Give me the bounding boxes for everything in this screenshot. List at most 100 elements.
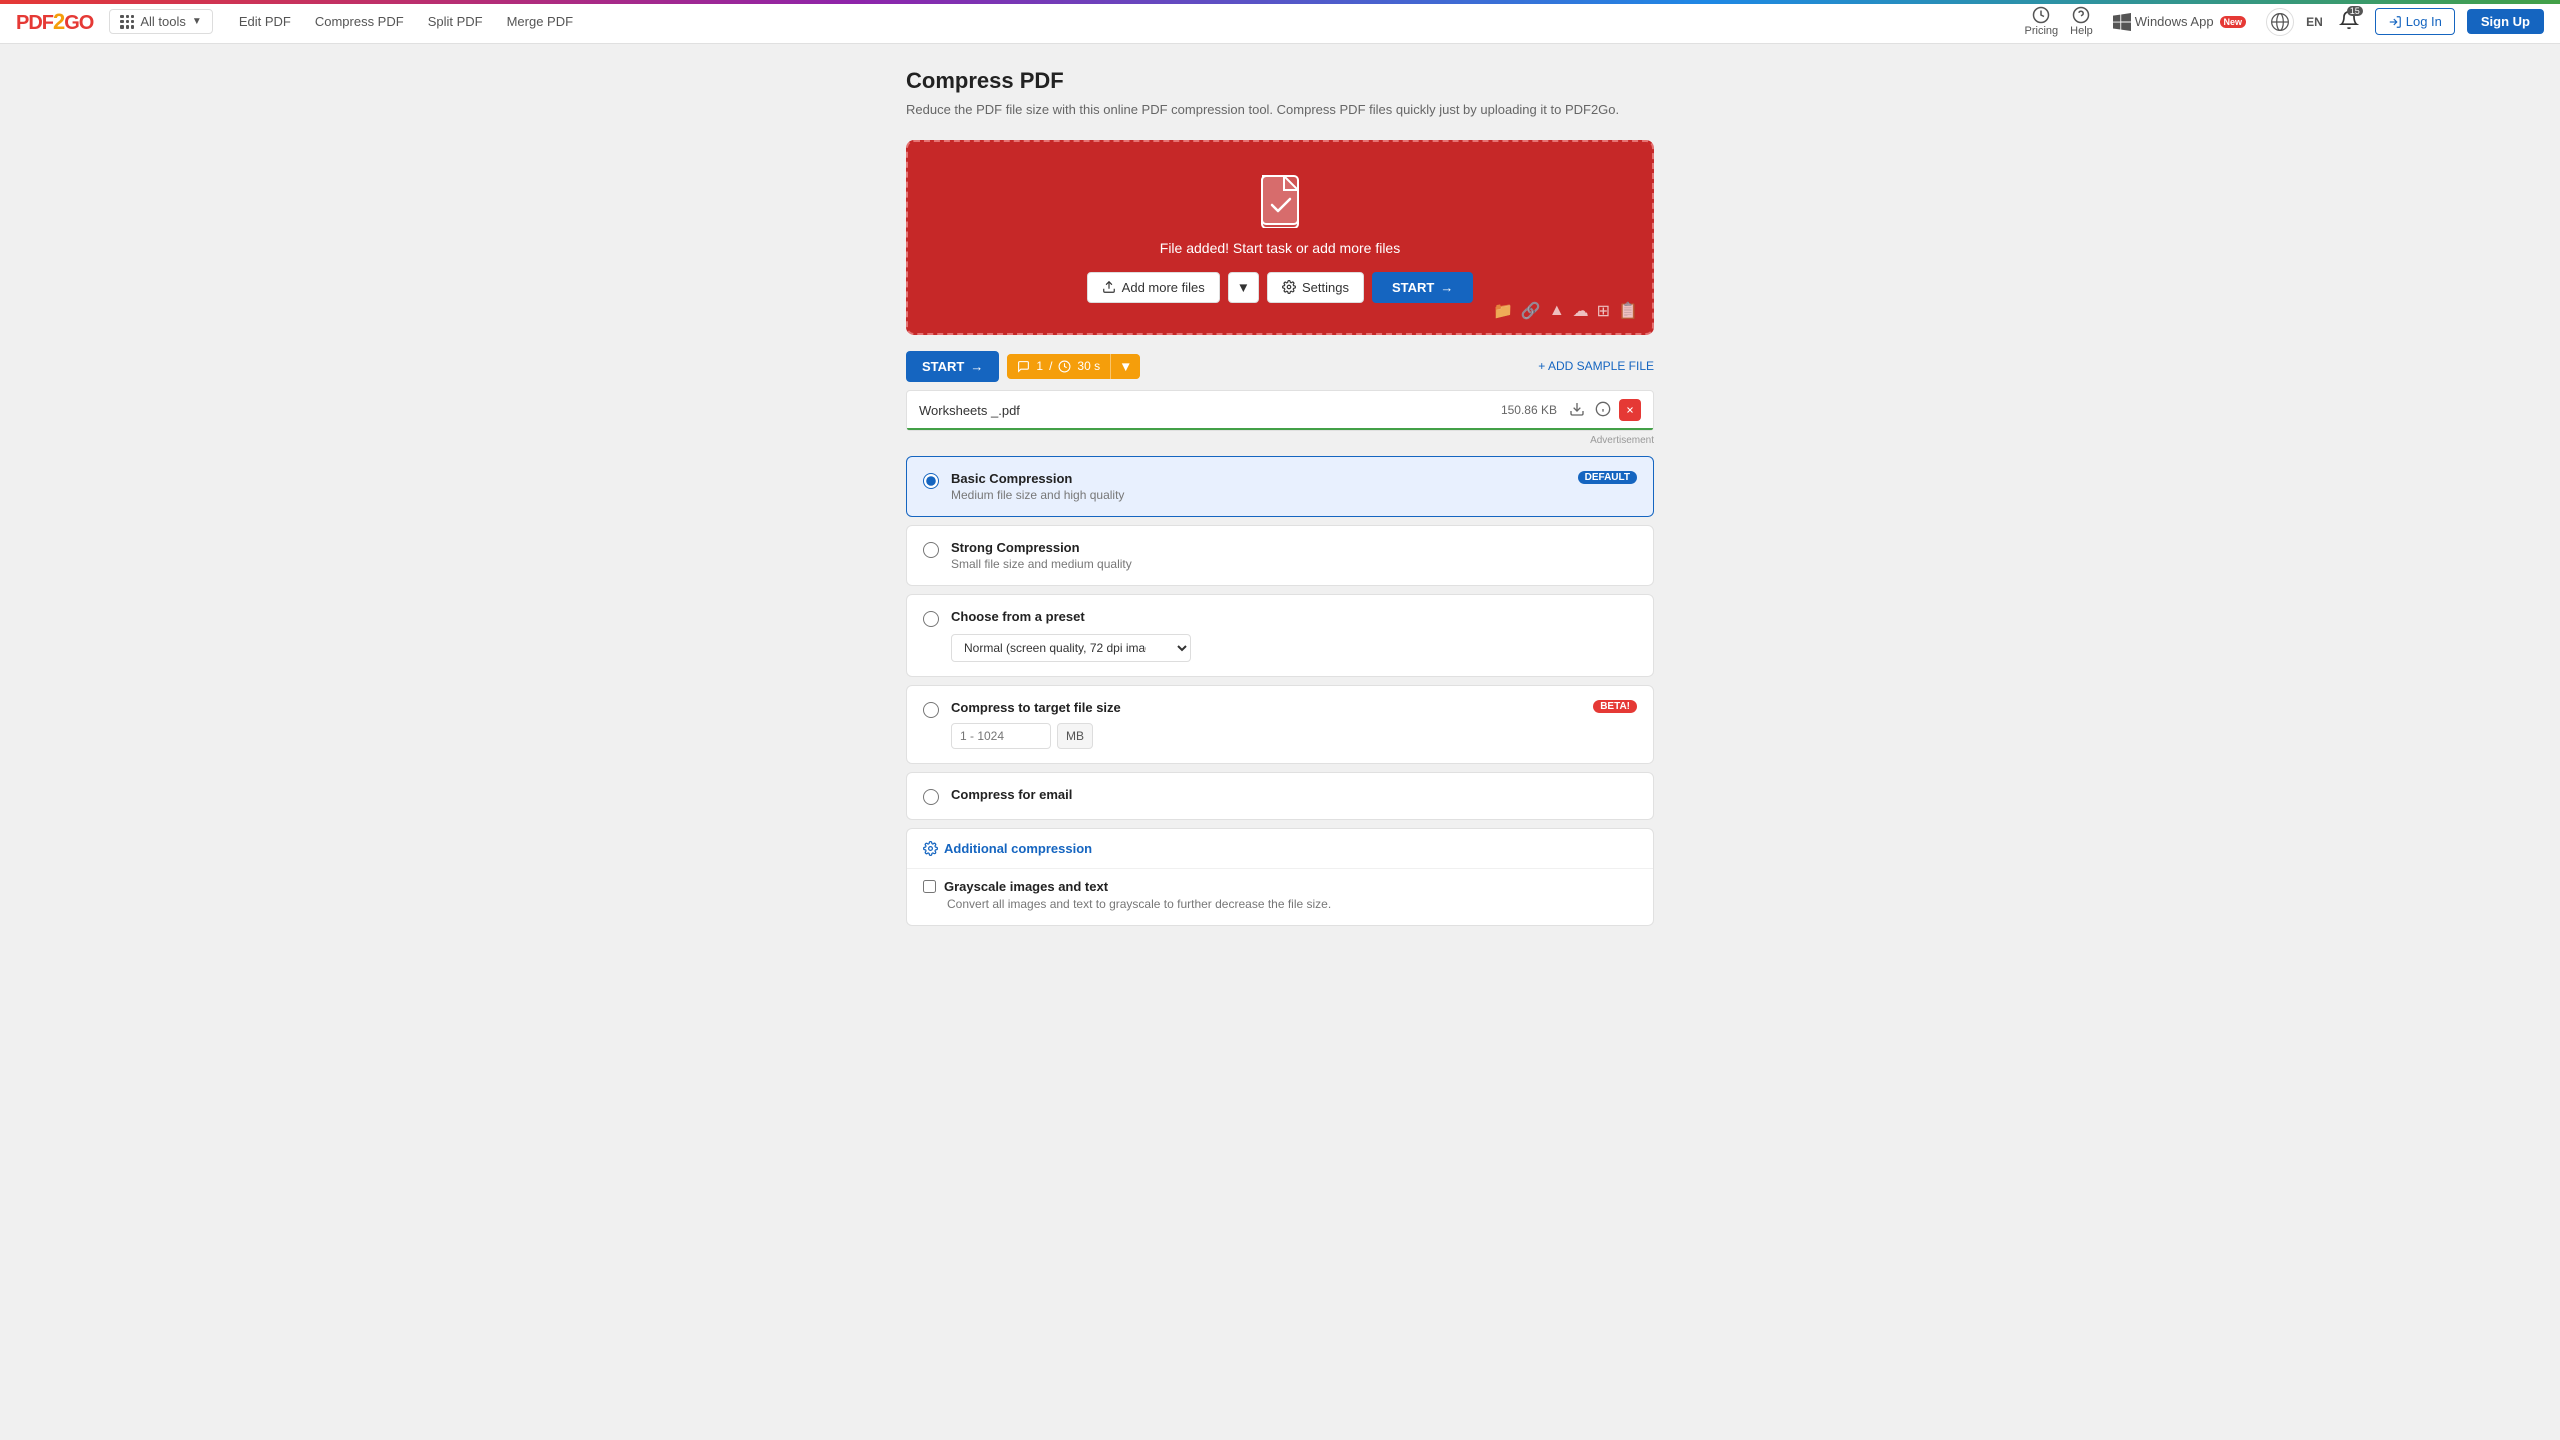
preset-select-wrapper: Normal (screen quality, 72 dpi images)Hi… (951, 634, 1637, 662)
pricing-icon (2032, 6, 2050, 24)
login-button[interactable]: Log In (2375, 8, 2455, 35)
link-source-icon[interactable]: 🔗 (1521, 301, 1541, 321)
additional-compression-section: Additional compression Grayscale images … (906, 828, 1654, 926)
basic-compression-title: Basic Compression (951, 471, 1566, 486)
nav-compress-pdf[interactable]: Compress PDF (305, 10, 414, 33)
language-button[interactable] (2266, 8, 2294, 36)
signup-button[interactable]: Sign Up (2467, 9, 2544, 34)
file-progress-bar (907, 428, 1653, 430)
additional-compression-header[interactable]: Additional compression (907, 829, 1653, 868)
help-icon (2072, 6, 2090, 24)
file-info-button[interactable] (1593, 399, 1613, 422)
grayscale-checkbox[interactable] (923, 880, 936, 893)
start-task-label: START (922, 359, 964, 374)
file-download-button[interactable] (1567, 399, 1587, 422)
info-icon (1595, 401, 1611, 417)
file-count-badge: 1 / 30 s (1007, 354, 1110, 378)
start-task-button[interactable]: START → (906, 351, 999, 382)
windows-icon (2113, 13, 2131, 31)
all-tools-button[interactable]: All tools ▼ (109, 9, 212, 34)
add-sample-label: + ADD SAMPLE FILE (1538, 359, 1654, 373)
basic-compression-option[interactable]: Basic Compression Medium file size and h… (906, 456, 1654, 517)
default-badge: DEFAULT (1578, 471, 1637, 484)
main-content: Compress PDF Reduce the PDF file size wi… (890, 44, 1670, 950)
signup-label: Sign Up (2481, 14, 2530, 29)
start-task-arrow-icon: → (970, 359, 983, 374)
windows-app-label: Windows App (2135, 14, 2214, 29)
nav-merge-pdf[interactable]: Merge PDF (497, 10, 583, 33)
basic-compression-content: Basic Compression Medium file size and h… (951, 471, 1566, 502)
file-name: Worksheets _.pdf (919, 403, 1501, 418)
add-files-button[interactable]: Add more files (1087, 272, 1220, 303)
start-button-upload[interactable]: START → (1372, 272, 1473, 303)
target-size-title: Compress to target file size (951, 700, 1581, 715)
settings-button[interactable]: Settings (1267, 272, 1364, 303)
target-size-content: Compress to target file size MB (951, 700, 1581, 749)
preset-compression-radio[interactable] (923, 611, 939, 627)
file-check-icon (1252, 172, 1308, 228)
target-size-input[interactable] (951, 723, 1051, 749)
email-compression-content: Compress for email (951, 787, 1637, 802)
strong-compression-desc: Small file size and medium quality (951, 557, 1637, 571)
target-size-input-wrapper: MB (951, 723, 1581, 749)
notification-button[interactable]: 15 (2335, 6, 2363, 37)
help-button[interactable]: Help (2070, 6, 2093, 37)
preset-compression-content: Choose from a preset Normal (screen qual… (951, 609, 1637, 662)
separator: / (1049, 359, 1052, 373)
additional-compression-label: Additional compression (944, 841, 1092, 856)
clock-icon (1058, 360, 1071, 373)
grayscale-label[interactable]: Grayscale images and text (923, 879, 1637, 894)
file-size: 150.86 KB (1501, 403, 1557, 417)
nav-edit-pdf[interactable]: Edit PDF (229, 10, 301, 33)
close-icon (1625, 404, 1635, 416)
strong-compression-option[interactable]: Strong Compression Small file size and m… (906, 525, 1654, 586)
folder-source-icon[interactable]: 📁 (1493, 301, 1513, 321)
page-subtitle: Reduce the PDF file size with this onlin… (906, 100, 1654, 120)
add-files-label: Add more files (1122, 280, 1205, 295)
compression-options: Basic Compression Medium file size and h… (906, 456, 1654, 820)
file-count-dropdown-button[interactable]: ▼ (1110, 354, 1140, 379)
email-compression-option[interactable]: Compress for email (906, 772, 1654, 820)
email-compression-radio[interactable] (923, 789, 939, 805)
basic-compression-radio[interactable] (923, 473, 939, 489)
start-upload-label: START (1392, 280, 1434, 295)
file-delete-button[interactable] (1619, 399, 1641, 421)
preset-compression-option[interactable]: Choose from a preset Normal (screen qual… (906, 594, 1654, 677)
nav-split-pdf[interactable]: Split PDF (418, 10, 493, 33)
login-label: Log In (2406, 14, 2442, 29)
logo-pdf: PDF (16, 12, 53, 34)
add-sample-file-link[interactable]: + ADD SAMPLE FILE (1538, 359, 1654, 373)
language-label: EN (2306, 15, 2323, 29)
chevron-down-icon: ▼ (192, 16, 202, 27)
main-nav: Edit PDF Compress PDF Split PDF Merge PD… (229, 10, 583, 33)
pricing-button[interactable]: Pricing (2025, 6, 2059, 37)
onedrive-source-icon[interactable]: ⊞ (1597, 301, 1610, 321)
file-count-wrapper: 1 / 30 s ▼ (1007, 354, 1140, 379)
new-badge: New (2220, 16, 2247, 28)
dropbox-source-icon[interactable]: ☁ (1573, 301, 1589, 321)
page-title: Compress PDF (906, 68, 1654, 94)
email-compression-title: Compress for email (951, 787, 1637, 802)
upload-icon (1102, 280, 1116, 294)
strong-compression-radio[interactable] (923, 542, 939, 558)
settings-label: Settings (1302, 280, 1349, 295)
upload-source-icons: 📁 🔗 ▲ ☁ ⊞ 📋 (1493, 301, 1638, 321)
logo[interactable]: PDF2GO (16, 9, 93, 35)
globe-icon (2270, 12, 2290, 32)
upload-message: File added! Start task or add more files (928, 240, 1632, 256)
windows-app-button[interactable]: Windows App New (2105, 9, 2254, 35)
strong-compression-content: Strong Compression Small file size and m… (951, 540, 1637, 571)
gdrive-source-icon[interactable]: ▲ (1549, 302, 1565, 320)
target-size-unit: MB (1057, 723, 1093, 749)
strong-compression-title: Strong Compression (951, 540, 1637, 555)
clipboard-source-icon[interactable]: 📋 (1618, 301, 1638, 321)
target-size-option[interactable]: Compress to target file size MB BETA! (906, 685, 1654, 764)
ad-label: Advertisement (906, 435, 1654, 446)
add-files-dropdown-button[interactable]: ▼ (1228, 272, 1259, 303)
grid-icon (120, 15, 134, 29)
target-size-radio[interactable] (923, 702, 939, 718)
help-label: Help (2070, 25, 2093, 37)
gear-icon (923, 841, 938, 856)
task-bar: START → 1 / 30 s ▼ + ADD SAMPLE FILE (906, 351, 1654, 382)
preset-select[interactable]: Normal (screen quality, 72 dpi images)Hi… (951, 634, 1191, 662)
